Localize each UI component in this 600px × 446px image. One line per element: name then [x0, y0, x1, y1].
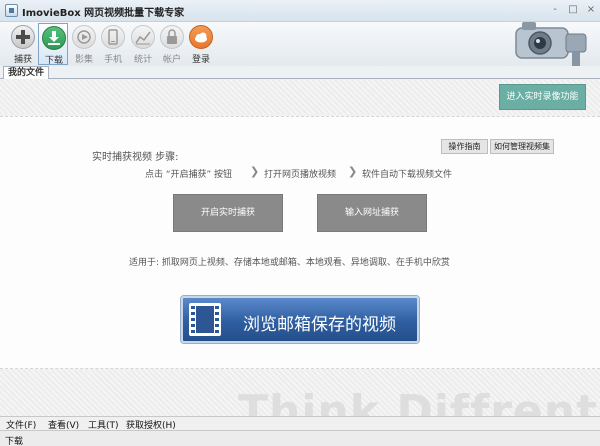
lock-icon — [160, 25, 184, 49]
window-title: ImovieBox 网页视频批量下载专家 — [22, 8, 185, 19]
login-button[interactable]: 登录 — [186, 23, 216, 65]
status-text: 下载 — [5, 437, 24, 446]
realtime-recording-button[interactable]: 进入实时录像功能 — [499, 84, 586, 110]
steps-title: 实时捕获视频 步骤: — [92, 152, 179, 163]
step-one: 点击 “开启捕获” 按钮 — [145, 170, 233, 180]
status-bar: 下载 — [0, 430, 600, 446]
app-logo-icon — [5, 4, 18, 17]
start-capture-button[interactable]: 开启实时捕获 — [173, 194, 283, 232]
stats-button[interactable]: 统计 — [128, 23, 158, 65]
account-button[interactable]: 帐户 — [157, 23, 187, 65]
chevron-right-icon: ❯ — [250, 165, 260, 178]
close-button[interactable]: × — [584, 3, 598, 17]
watermark-text: Think Diffrent — [238, 386, 599, 416]
camera-mascot-icon — [515, 22, 587, 68]
chevron-right-icon: ❯ — [348, 165, 358, 178]
manage-collection-button[interactable]: 如何管理视频集 — [490, 139, 554, 154]
chart-icon — [131, 25, 155, 49]
browse-mailbox-videos-button[interactable]: 浏览邮箱保存的视频 — [181, 296, 419, 343]
bottom-decoration: Think Diffrent — [0, 370, 600, 416]
guide-button[interactable]: 操作指南 — [441, 139, 488, 154]
tab-my-files[interactable]: 我的文件 — [3, 66, 50, 79]
download-icon — [42, 26, 66, 50]
maximize-button[interactable]: □ — [566, 3, 580, 17]
plus-icon — [11, 25, 35, 49]
browse-mailbox-videos-label: 浏览邮箱保存的视频 — [243, 315, 396, 335]
step-two: 打开网页播放视频 — [264, 170, 337, 180]
album-button[interactable]: 影集 — [69, 23, 99, 65]
menu-bar: 文件(F) 查看(V) 工具(T) 获取授权(H) — [0, 416, 600, 431]
minimize-button[interactable]: - — [548, 3, 562, 17]
film-icon — [189, 303, 221, 336]
login-label: 登录 — [191, 55, 210, 65]
play-icon — [72, 25, 96, 49]
usage-text: 适用于: 抓取网页上视频、存储本地或邮箱、本地观看、异地调取、在手机中欣赏 — [129, 258, 450, 268]
tab-bar: 我的文件 — [0, 66, 600, 79]
capture-button[interactable]: 捕获 — [8, 23, 38, 65]
download-label: 下载 — [44, 56, 63, 66]
capture-label: 捕获 — [13, 55, 32, 65]
enter-url-button[interactable]: 输入网址捕获 — [317, 194, 427, 232]
phone-button[interactable]: 手机 — [98, 23, 128, 65]
phone-label: 手机 — [103, 55, 122, 65]
step-three: 软件自动下载视频文件 — [362, 170, 453, 180]
download-button[interactable]: 下载 — [38, 23, 68, 66]
cloud-icon — [189, 25, 213, 49]
phone-icon — [101, 25, 125, 49]
